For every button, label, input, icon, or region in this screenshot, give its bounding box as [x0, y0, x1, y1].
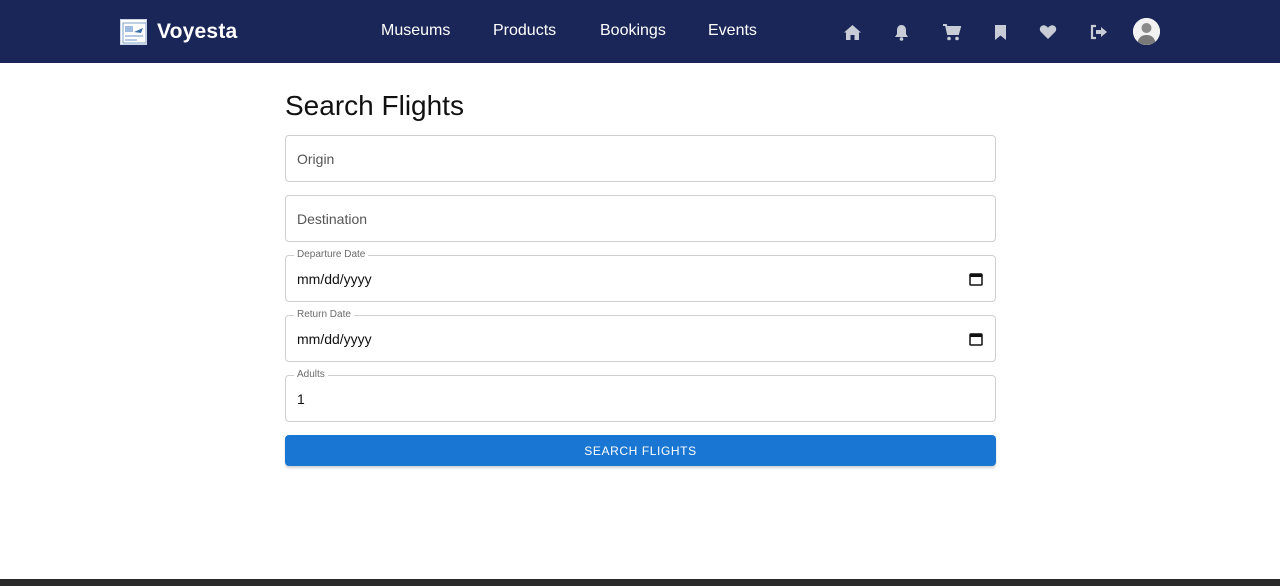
- origin-field: [285, 135, 996, 182]
- return-date-input[interactable]: [297, 316, 967, 361]
- calendar-icon[interactable]: [969, 272, 983, 286]
- avatar[interactable]: [1133, 18, 1160, 45]
- origin-input[interactable]: [297, 136, 967, 181]
- nav-link-products[interactable]: Products: [493, 22, 556, 40]
- bottom-edge-bar: [0, 579, 1280, 586]
- home-icon[interactable]: [842, 22, 862, 42]
- page-title: Search Flights: [285, 90, 464, 121]
- nav-link-bookings[interactable]: Bookings: [600, 22, 666, 40]
- nav-link-museums[interactable]: Museums: [381, 22, 450, 40]
- destination-field: [285, 195, 996, 242]
- bell-icon[interactable]: [891, 22, 911, 42]
- calendar-icon[interactable]: [969, 332, 983, 346]
- adults-input[interactable]: [297, 376, 967, 421]
- heart-icon[interactable]: [1038, 22, 1058, 42]
- departure-date-input[interactable]: [297, 256, 967, 301]
- return-date-field: Return Date: [285, 309, 996, 362]
- destination-input[interactable]: [297, 196, 967, 241]
- voyesta-logo-icon: [120, 19, 147, 45]
- bookmark-icon[interactable]: [990, 22, 1010, 42]
- brand-name: Voyesta: [157, 20, 238, 43]
- adults-field: Adults: [285, 369, 996, 422]
- departure-date-field: Departure Date: [285, 249, 996, 302]
- logout-icon[interactable]: [1088, 22, 1108, 42]
- cart-icon[interactable]: [941, 22, 961, 42]
- brand[interactable]: Voyesta: [120, 19, 237, 45]
- top-navbar: Voyesta Museums Products Bookings Events: [0, 0, 1280, 63]
- search-flights-button[interactable]: SEARCH FLIGHTS: [285, 435, 996, 466]
- nav-link-events[interactable]: Events: [708, 22, 757, 40]
